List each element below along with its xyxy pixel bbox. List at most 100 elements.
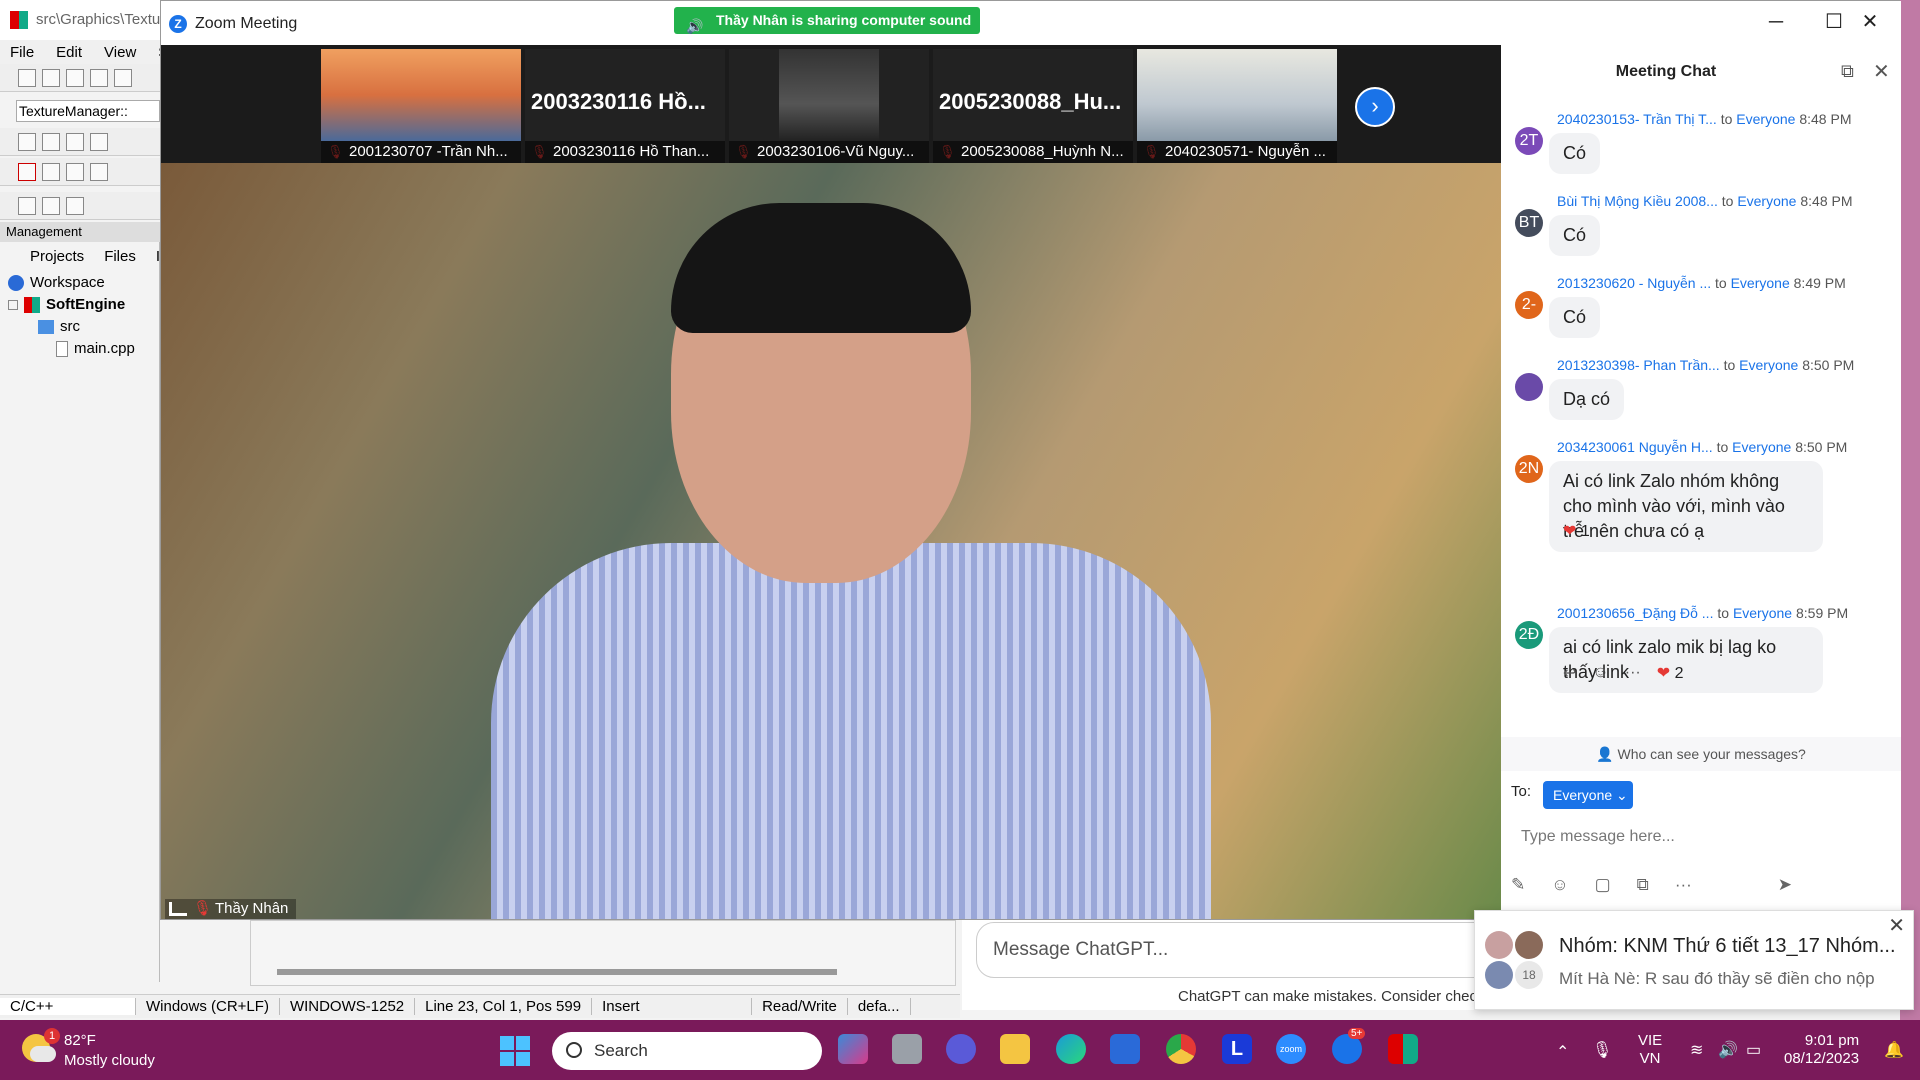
add-reaction-icon[interactable]: ☺ bbox=[1592, 664, 1608, 682]
recipient: Everyone bbox=[1732, 439, 1792, 455]
send-icon[interactable]: ➤ bbox=[1778, 875, 1792, 895]
search-icon bbox=[566, 1042, 582, 1058]
settings-icon[interactable] bbox=[18, 196, 36, 215]
minimize-button[interactable]: ─ bbox=[1751, 7, 1801, 37]
rect-icon[interactable] bbox=[42, 132, 60, 151]
app-l-icon[interactable]: L bbox=[1222, 1034, 1252, 1064]
tree-item-workspace[interactable]: Workspace bbox=[8, 272, 158, 294]
recipient: Everyone bbox=[1737, 193, 1797, 209]
participant-tile[interactable]: 🎙 2003230106-Vũ Nguy... bbox=[729, 49, 929, 163]
open-file-icon[interactable] bbox=[42, 68, 60, 87]
sender-name[interactable]: 2001230656_Đặng Đỗ ... bbox=[1557, 605, 1713, 621]
horizontal-scrollbar[interactable] bbox=[277, 969, 837, 975]
menu-file[interactable]: File bbox=[10, 44, 34, 61]
tree-label: SoftEngine bbox=[46, 296, 126, 313]
copilot-icon[interactable] bbox=[838, 1034, 868, 1064]
menu-view[interactable]: View bbox=[104, 44, 136, 61]
zalo-notification[interactable]: 18 Nhóm: KNM Thứ 6 tiết 13_17 Nhóm... Mí… bbox=[1474, 910, 1914, 1010]
reaction-heart[interactable]: ❤ 2 bbox=[1657, 663, 1684, 683]
task-view-icon[interactable] bbox=[892, 1034, 922, 1064]
layout-icon[interactable] bbox=[90, 132, 108, 151]
comment-icon[interactable] bbox=[66, 196, 84, 215]
sender-name[interactable]: 2013230398- Phan Trần... bbox=[1557, 357, 1720, 373]
step-icon[interactable] bbox=[90, 162, 108, 181]
tree-item-softengine[interactable]: SoftEngine bbox=[8, 294, 158, 316]
workspace-icon bbox=[8, 275, 24, 291]
save-all-icon[interactable] bbox=[90, 68, 108, 87]
management-header: Management bbox=[0, 222, 160, 242]
codeblocks-icon[interactable] bbox=[1388, 1034, 1418, 1064]
participant-tile[interactable]: 🎙 2001230707 -Trần Nh... bbox=[321, 49, 521, 163]
chevron-up-icon[interactable]: ⌃ bbox=[1556, 1042, 1569, 1062]
tree-item-main-cpp[interactable]: main.cpp bbox=[8, 338, 158, 360]
wifi-icon[interactable]: ≋ bbox=[1690, 1040, 1703, 1060]
recipient-dropdown[interactable]: Everyone ⌄ bbox=[1543, 781, 1633, 809]
teams-icon[interactable] bbox=[946, 1034, 976, 1064]
sharing-sound-banner[interactable]: 🔊 Thầy Nhân is sharing computer sound bbox=[674, 7, 980, 34]
more-icon[interactable]: ··· bbox=[1625, 664, 1641, 682]
taskbar-search[interactable]: Search bbox=[552, 1032, 822, 1070]
participant-label: 2003230116 Hồ Than... bbox=[525, 141, 725, 163]
grid-icon[interactable] bbox=[66, 132, 84, 151]
notification-title: Nhóm: KNM Thứ 6 tiết 13_17 Nhóm... bbox=[1559, 935, 1896, 957]
more-icon[interactable]: ··· bbox=[1675, 875, 1692, 895]
weather-widget[interactable]: 1 82°F Mostly cloudy bbox=[22, 1028, 182, 1074]
clock-date: 08/12/2023 bbox=[1784, 1050, 1860, 1067]
reaction-heart[interactable]: ❤ 1 bbox=[1563, 521, 1590, 541]
notification-bell-icon[interactable]: 🔔 bbox=[1884, 1040, 1904, 1060]
participant-tile[interactable]: 🎙 2040230571- Nguyễn ... bbox=[1137, 49, 1337, 163]
sender-name[interactable]: Bùi Thị Mộng Kiều 2008... bbox=[1557, 193, 1718, 209]
participant-tile[interactable]: 2005230088_Hu... 🎙 2005230088_Huỳnh N... bbox=[933, 49, 1133, 163]
tab-files[interactable]: Files bbox=[104, 248, 136, 270]
sender-name[interactable]: 2040230153- Trần Thị T... bbox=[1557, 111, 1717, 127]
debug-icon[interactable] bbox=[66, 162, 84, 181]
file-icon[interactable]: ▢ bbox=[1595, 875, 1611, 895]
language-indicator[interactable]: VIE VN bbox=[1638, 1032, 1662, 1068]
participant-name-large: 2005230088_Hu... bbox=[939, 89, 1122, 114]
sender-name[interactable]: 2034230061 Nguyễn H... bbox=[1557, 439, 1713, 455]
zalo-icon[interactable]: 5+ bbox=[1332, 1028, 1366, 1064]
file-explorer-icon[interactable] bbox=[1000, 1034, 1030, 1064]
popout-icon[interactable]: ⧉ bbox=[1841, 61, 1854, 82]
chat-message-input[interactable]: Type message here... bbox=[1511, 817, 1881, 857]
run-icon[interactable] bbox=[18, 162, 36, 181]
tree-label: src bbox=[60, 318, 80, 335]
screenshot-icon[interactable]: ⧉ bbox=[1637, 875, 1649, 895]
emoji-icon[interactable]: ☺ bbox=[1551, 875, 1568, 895]
pointer-icon[interactable] bbox=[18, 132, 36, 151]
edge-icon[interactable] bbox=[1056, 1034, 1086, 1064]
chrome-icon[interactable] bbox=[1166, 1034, 1196, 1064]
collapse-icon[interactable] bbox=[8, 300, 18, 310]
battery-icon[interactable]: ▭ bbox=[1746, 1040, 1761, 1060]
plugin-icon[interactable] bbox=[42, 196, 60, 215]
tree-item-src[interactable]: src bbox=[8, 316, 158, 338]
new-file-icon[interactable] bbox=[18, 68, 36, 87]
start-button[interactable] bbox=[500, 1036, 530, 1066]
store-icon[interactable] bbox=[1110, 1034, 1140, 1064]
next-page-chevron-icon[interactable]: › bbox=[1355, 87, 1395, 127]
close-window-button[interactable]: ✕ bbox=[1845, 7, 1895, 37]
close-notification-icon[interactable]: ✕ bbox=[1888, 913, 1905, 938]
ide-toolbar-1 bbox=[0, 64, 160, 92]
zoom-taskbar-icon[interactable]: zoom bbox=[1276, 1034, 1306, 1064]
format-icon[interactable]: ✎ bbox=[1511, 875, 1525, 895]
volume-icon[interactable]: 🔊 bbox=[1718, 1040, 1738, 1060]
build-icon[interactable] bbox=[42, 162, 60, 181]
chatgpt-message-input[interactable]: Message ChatGPT... bbox=[976, 922, 1496, 978]
sender-name[interactable]: 2013230620 - Nguyễn ... bbox=[1557, 275, 1711, 291]
undo-icon[interactable] bbox=[114, 68, 132, 87]
message-time: 8:50 PM bbox=[1795, 439, 1848, 455]
save-icon[interactable] bbox=[66, 68, 84, 87]
symbol-combo[interactable]: TextureManager:: bbox=[16, 100, 160, 122]
ide-app-icon bbox=[10, 11, 28, 29]
microphone-icon[interactable]: 🎙 bbox=[1592, 1040, 1612, 1060]
participant-gallery: 🎙 2001230707 -Trần Nh... 2003230116 Hồ..… bbox=[161, 45, 1501, 163]
signal-icon bbox=[169, 902, 187, 916]
menu-edit[interactable]: Edit bbox=[56, 44, 82, 61]
who-can-see-link[interactable]: 👤 Who can see your messages? bbox=[1501, 737, 1901, 771]
reply-icon[interactable]: ↩ bbox=[1563, 663, 1576, 683]
tab-projects[interactable]: Projects bbox=[30, 248, 84, 270]
clock[interactable]: 9:01 pm 08/12/2023 bbox=[1784, 1032, 1859, 1068]
close-chat-icon[interactable]: ✕ bbox=[1873, 59, 1890, 84]
participant-tile[interactable]: 2003230116 Hồ... 🎙 2003230116 Hồ Than... bbox=[525, 49, 725, 163]
